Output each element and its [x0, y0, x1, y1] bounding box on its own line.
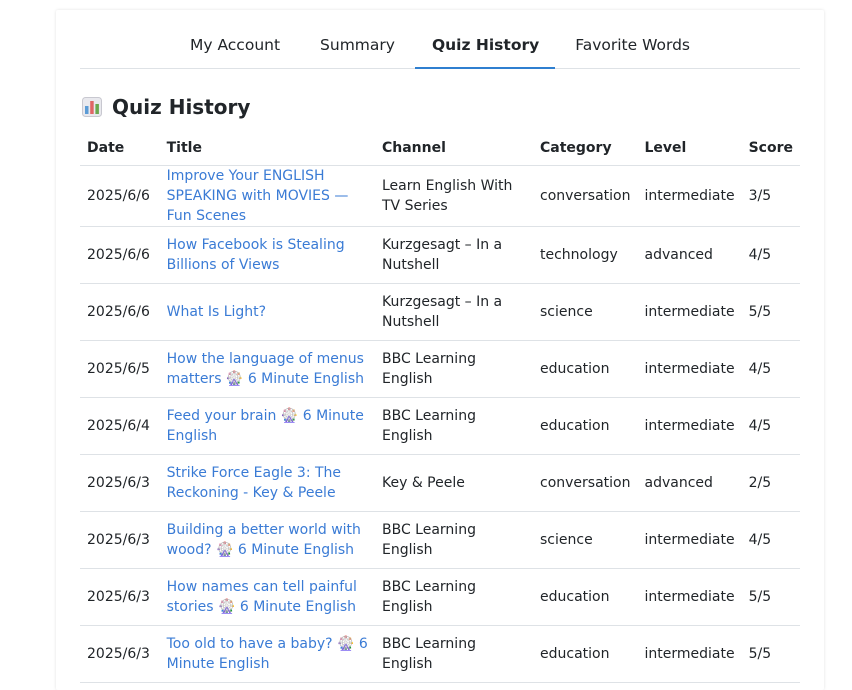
row-date: 2025/6/6	[80, 226, 160, 284]
row-level: intermediate	[637, 568, 742, 626]
row-level: intermediate	[637, 397, 742, 455]
row-score: 4/5	[741, 511, 800, 569]
tab-summary[interactable]: Summary	[300, 28, 415, 68]
row-title-cell: How names can tell painful stories 🎡 6 M…	[159, 568, 375, 626]
quiz-title-link[interactable]: Too old to have a baby? 🎡 6 Minute Engli…	[167, 636, 368, 672]
section-title: Quiz History	[112, 95, 251, 119]
row-channel: Kurzgesagt – In a Nutshell	[374, 226, 533, 284]
row-score: 2/5	[741, 454, 800, 512]
table-header-row: Date Title Channel Category Level Score	[80, 130, 800, 166]
header-date: Date	[80, 130, 160, 166]
row-date: 2025/6/3	[80, 454, 160, 512]
table-row: 2025/6/6 How Facebook is Stealing Billion…	[80, 226, 800, 284]
row-title-cell: Strike Force Eagle 3: The Reckoning - Ke…	[159, 454, 375, 512]
row-date: 2025/6/6	[80, 283, 160, 341]
row-channel: Key & Peele	[374, 454, 533, 512]
row-score: 4/5	[741, 340, 800, 398]
row-category: science	[533, 511, 638, 569]
row-level: intermediate	[637, 340, 742, 398]
row-score: 5/5	[741, 568, 800, 626]
row-category: technology	[533, 226, 638, 284]
row-level: intermediate	[637, 283, 742, 341]
section-heading: Quiz History	[82, 95, 250, 119]
table-row: 2025/6/5 How the language of menus matter…	[80, 340, 800, 398]
row-date: 2025/6/5	[80, 340, 160, 398]
quiz-title-link[interactable]: Improve Your ENGLISH SPEAKING with MOVIE…	[167, 168, 349, 224]
quiz-title-link[interactable]: Feed your brain 🎡 6 Minute English	[167, 408, 364, 444]
header-title: Title	[159, 130, 375, 166]
row-date: 2025/6/6	[80, 165, 160, 227]
quiz-title-link[interactable]: How the language of menus matters 🎡 6 Mi…	[167, 351, 364, 387]
row-title-cell: Feed your brain 🎡 6 Minute English	[159, 397, 375, 455]
row-title-cell: What Is Light?	[159, 283, 375, 341]
row-category: education	[533, 397, 638, 455]
row-score: 5/5	[741, 625, 800, 683]
table-row: 2025/6/3 Too old to have a baby? 🎡 6 Minu…	[80, 625, 800, 683]
table-row: 2025/6/3 Strike Force Eagle 3: The Reckon…	[80, 454, 800, 512]
quiz-title-link[interactable]: Building a better world with wood? 🎡 6 M…	[167, 522, 361, 558]
row-channel: Kurzgesagt – In a Nutshell	[374, 283, 533, 341]
row-score: 5/5	[741, 283, 800, 341]
row-channel: Learn English With TV Series	[374, 165, 533, 227]
row-category: conversation	[533, 165, 638, 227]
quiz-title-link[interactable]: How names can tell painful stories 🎡 6 M…	[167, 579, 357, 615]
row-category: education	[533, 340, 638, 398]
row-date: 2025/6/3	[80, 568, 160, 626]
row-level: intermediate	[637, 625, 742, 683]
row-level: advanced	[637, 454, 742, 512]
row-title-cell: How the language of menus matters 🎡 6 Mi…	[159, 340, 375, 398]
row-category: education	[533, 625, 638, 683]
row-category: science	[533, 283, 638, 341]
row-title-cell: How Facebook is Stealing Billions of Vie…	[159, 226, 375, 284]
quiz-title-link[interactable]: How Facebook is Stealing Billions of Vie…	[167, 237, 345, 273]
row-channel: BBC Learning English	[374, 397, 533, 455]
tab-my-account[interactable]: My Account	[170, 28, 300, 68]
row-category: conversation	[533, 454, 638, 512]
quiz-title-link[interactable]: Strike Force Eagle 3: The Reckoning - Ke…	[167, 465, 341, 501]
row-title-cell: Too old to have a baby? 🎡 6 Minute Engli…	[159, 625, 375, 683]
row-score: 4/5	[741, 397, 800, 455]
row-channel: BBC Learning English	[374, 625, 533, 683]
quiz-history-table: Date Title Channel Category Level Score …	[80, 130, 800, 683]
tab-favorite-words[interactable]: Favorite Words	[555, 28, 710, 68]
table-row: 2025/6/3 Building a better world with woo…	[80, 511, 800, 569]
row-channel: BBC Learning English	[374, 568, 533, 626]
bar-chart-icon	[82, 97, 102, 117]
row-title-cell: Improve Your ENGLISH SPEAKING with MOVIE…	[159, 165, 375, 227]
table-row: 2025/6/3 How names can tell painful stori…	[80, 568, 800, 626]
header-score: Score	[741, 130, 800, 166]
row-level: intermediate	[637, 165, 742, 227]
table-row: 2025/6/4 Feed your brain 🎡 6 Minute Engli…	[80, 397, 800, 455]
tab-quiz-history[interactable]: Quiz History	[414, 28, 556, 69]
row-channel: BBC Learning English	[374, 511, 533, 569]
row-title-cell: Building a better world with wood? 🎡 6 M…	[159, 511, 375, 569]
row-channel: BBC Learning English	[374, 340, 533, 398]
row-level: advanced	[637, 226, 742, 284]
row-date: 2025/6/3	[80, 511, 160, 569]
row-category: education	[533, 568, 638, 626]
header-channel: Channel	[374, 130, 533, 166]
row-date: 2025/6/4	[80, 397, 160, 455]
row-score: 4/5	[741, 226, 800, 284]
row-score: 3/5	[741, 165, 800, 227]
table-row: 2025/6/6 What Is Light? Kurzgesagt – In a …	[80, 283, 800, 341]
quiz-title-link[interactable]: What Is Light?	[167, 304, 266, 320]
table-row: 2025/6/6 Improve Your ENGLISH SPEAKING wi…	[80, 165, 800, 227]
header-level: Level	[637, 130, 742, 166]
tab-bar: My Account Summary Quiz History Favorite…	[80, 28, 800, 69]
row-date: 2025/6/3	[80, 625, 160, 683]
row-level: intermediate	[637, 511, 742, 569]
header-category: Category	[533, 130, 638, 166]
